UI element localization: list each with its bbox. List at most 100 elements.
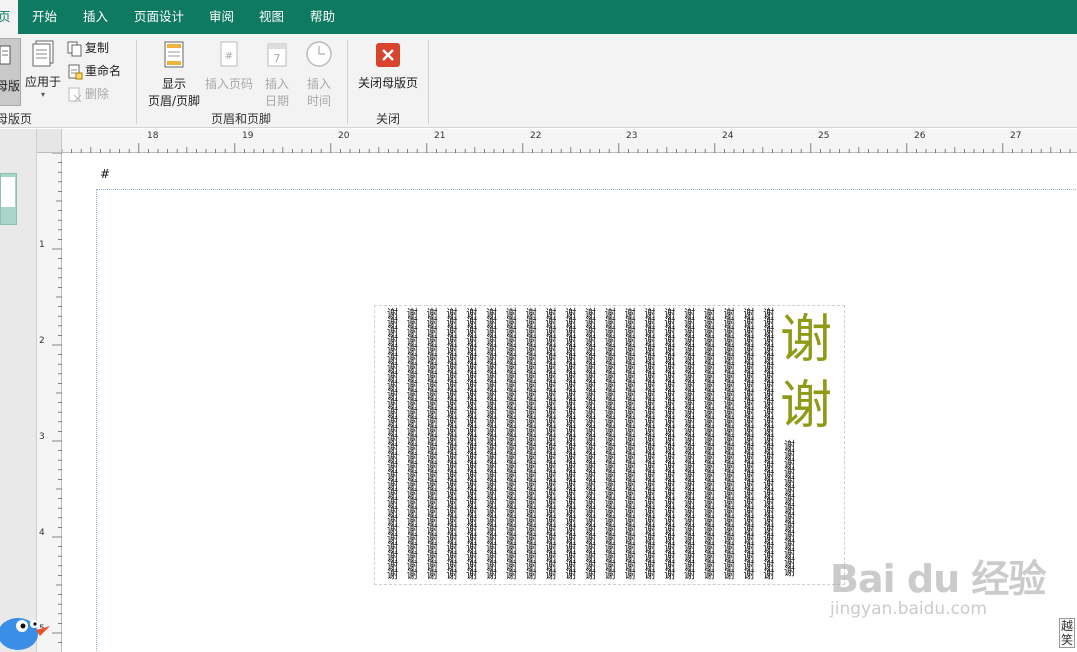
- character-column: 谢谢谢谢谢谢谢谢谢谢谢谢谢谢谢谢谢谢谢谢谢谢谢谢谢谢谢谢谢谢: [624, 307, 636, 581]
- apply-to-label: 应用于: [24, 75, 61, 89]
- group-label-header-footer: 页眉和页脚: [211, 112, 272, 126]
- header-footer-icon: [164, 41, 184, 68]
- insert-date-label-line2: 日期: [264, 94, 289, 108]
- clock-icon: [306, 41, 332, 67]
- tab-insert[interactable]: 插入: [77, 0, 114, 34]
- watermark: Bai du 经验 jingyan.baidu.com: [830, 548, 1046, 619]
- character-column: 谢谢谢谢谢谢谢谢谢谢谢谢谢谢谢谢谢谢谢谢谢谢谢谢谢谢谢谢谢谢: [426, 307, 438, 581]
- character-column: 谢谢谢谢谢谢谢谢谢谢谢谢谢谢谢谢谢谢谢谢谢谢谢谢谢谢谢谢谢谢: [565, 307, 577, 581]
- copy-button[interactable]: 复制: [67, 39, 109, 57]
- character-column: 谢谢谢谢谢谢谢谢谢谢谢谢谢谢谢谢谢谢谢谢谢谢谢谢谢谢谢谢谢谢: [387, 307, 398, 581]
- ribbon-tabbar: 页 开始 插入 页面设计 审阅 视图 帮助: [0, 0, 1077, 34]
- tab-help[interactable]: 帮助: [304, 0, 341, 34]
- group-divider: [347, 40, 348, 124]
- character-column: 谢谢谢谢谢谢谢谢谢谢谢谢谢谢谢谢谢谢谢谢谢谢谢谢谢谢谢谢谢谢: [545, 307, 557, 581]
- character-column: 谢谢谢谢谢谢谢谢谢谢谢谢谢谢谢谢谢谢谢谢谢谢谢谢谢谢谢谢谢谢: [703, 307, 715, 581]
- ruler-label: 23: [626, 131, 638, 141]
- corner-stamp: 越笑: [1059, 618, 1075, 648]
- chevron-down-icon: ▾: [40, 90, 45, 99]
- ruler-label: 4: [39, 528, 45, 538]
- character-column: 谢谢谢谢谢谢谢谢谢谢谢谢谢谢谢谢谢谢谢谢谢谢谢谢谢谢谢谢谢谢: [684, 307, 695, 581]
- master-button[interactable]: 母版: [0, 38, 21, 106]
- document-pages-icon: [32, 40, 54, 67]
- close-master-page-button[interactable]: 关闭母版页: [356, 42, 420, 91]
- character-column: 谢谢谢谢谢谢谢谢谢谢谢谢谢谢谢谢谢谢谢谢谢谢谢谢谢谢谢谢谢谢: [743, 307, 755, 581]
- close-master-page-label: 关闭母版页: [357, 76, 418, 90]
- bird-mascot-icon: [0, 618, 50, 650]
- copy-label: 复制: [85, 41, 110, 55]
- calendar-icon: 7: [267, 43, 287, 67]
- ruler-label: 1: [39, 240, 45, 250]
- character-column: 谢谢谢谢谢谢谢谢谢谢谢谢谢谢谢谢谢谢谢谢谢谢谢谢谢谢谢谢谢谢: [486, 307, 497, 581]
- group-divider: [428, 40, 429, 124]
- ruler-label: 21: [434, 131, 446, 141]
- ruler-corner: [37, 129, 62, 153]
- show-header-footer-button[interactable]: 显示 页眉/页脚: [144, 40, 204, 109]
- page-thumbnail[interactable]: [0, 173, 17, 225]
- close-icon: [376, 43, 400, 67]
- ruler-label: 26: [914, 131, 926, 141]
- character-column: 谢谢谢谢谢谢谢谢谢谢谢谢谢谢谢谢谢谢谢谢谢谢谢谢谢谢谢谢谢谢: [446, 307, 458, 581]
- master-page-icon: [0, 45, 11, 65]
- page-thumbnail-preview: [1, 177, 15, 207]
- repeated-character-grid: 谢谢谢谢谢谢谢谢谢谢谢谢谢谢谢谢谢谢谢谢谢谢谢谢谢谢谢谢谢谢 谢谢谢谢谢谢谢谢谢谢…: [387, 307, 787, 581]
- character-column: 谢谢谢谢谢谢谢谢谢谢谢谢谢谢谢谢谢谢谢谢谢谢谢谢谢谢谢谢谢谢: [525, 307, 537, 581]
- rename-icon: [68, 64, 83, 79]
- show-label-line1: 显示: [161, 77, 186, 91]
- insert-date-label-line1: 插入: [264, 77, 289, 91]
- tab-home[interactable]: 开始: [26, 0, 63, 34]
- ruler-label: 25: [818, 131, 830, 141]
- delete-page-icon: [68, 87, 82, 102]
- vertical-ruler-ticks: [52, 153, 62, 644]
- apply-to-button[interactable]: 应用于 ▾: [24, 40, 62, 99]
- character-column: 谢谢谢谢谢谢谢谢谢谢谢谢谢谢谢谢谢谢谢谢谢谢谢谢谢谢谢谢谢谢: [604, 307, 616, 581]
- ribbon: 母版 应用于 ▾ 复制 重命名 删除 母版页 显示 页眉/页脚 # 插入页码 7…: [0, 34, 1077, 128]
- character-column: 谢谢谢谢谢谢谢谢谢谢谢谢谢谢谢谢谢谢谢谢谢谢谢谢谢谢谢谢谢谢: [763, 307, 775, 581]
- ruler-label: 2: [39, 336, 45, 346]
- repeated-character-column: 谢谢谢谢谢谢谢谢谢谢谢谢谢谢谢: [784, 439, 795, 578]
- character-column: 谢谢谢谢谢谢谢谢谢谢谢谢谢谢谢谢谢谢谢谢谢谢谢谢谢谢谢谢谢谢: [723, 307, 735, 581]
- group-divider: [136, 40, 137, 124]
- character-column: 谢谢谢谢谢谢谢谢谢谢谢谢谢谢谢谢谢谢谢谢谢谢谢谢谢谢谢谢谢谢: [406, 307, 418, 581]
- delete-label: 删除: [85, 87, 110, 101]
- insert-date-button[interactable]: 7 插入 日期: [260, 40, 294, 109]
- horizontal-ruler[interactable]: 18 19 20 21 22 23 24 25 26 27: [62, 129, 1077, 153]
- ruler-label: 24: [722, 131, 734, 141]
- ruler-label: 3: [39, 432, 45, 442]
- svg-text:7: 7: [274, 52, 281, 65]
- delete-button[interactable]: 删除: [67, 85, 109, 103]
- tab-master-page[interactable]: 页: [0, 0, 18, 34]
- master-button-label: 母版: [0, 79, 21, 93]
- ruler-label: 22: [530, 131, 542, 141]
- group-label-master-page: 母版页: [0, 112, 33, 126]
- ruler-label: 18: [147, 131, 159, 141]
- insert-page-number-label: 插入页码: [204, 77, 253, 91]
- page-thumbnails-pane: [0, 129, 37, 652]
- character-column: 谢谢谢谢谢谢谢谢谢谢谢谢谢谢谢谢谢谢谢谢谢谢谢谢谢谢谢谢谢谢: [505, 307, 517, 581]
- show-label-line2: 页眉/页脚: [147, 94, 201, 108]
- svg-text:#: #: [225, 51, 233, 62]
- rename-button[interactable]: 重命名: [67, 62, 121, 80]
- character-column: 谢谢谢谢谢谢谢谢谢谢谢谢谢谢谢谢谢谢谢谢谢谢谢谢谢谢谢谢谢谢: [664, 307, 676, 581]
- tab-page-design[interactable]: 页面设计: [128, 0, 190, 34]
- insert-page-number-button[interactable]: # 插入页码: [202, 40, 256, 92]
- ruler-label: 20: [338, 131, 350, 141]
- character-column: 谢谢谢谢谢谢谢谢谢谢谢谢谢谢谢谢谢谢谢谢谢谢谢谢谢谢谢谢谢谢: [466, 307, 478, 581]
- character-column: 谢谢谢谢谢谢谢谢谢谢谢谢谢谢谢谢谢谢谢谢谢谢谢谢谢谢谢谢谢谢: [644, 307, 656, 581]
- insert-time-label-line1: 插入: [306, 77, 331, 91]
- group-label-close: 关闭: [376, 112, 401, 126]
- large-character: 谢: [780, 310, 833, 370]
- watermark-logo: Bai du 经验: [830, 557, 1046, 601]
- ruler-label: 27: [1010, 131, 1022, 141]
- vertical-ruler[interactable]: 1 2 3 4 5: [37, 153, 62, 652]
- insert-time-button[interactable]: 插入 时间: [302, 40, 336, 109]
- large-character: 谢: [780, 376, 833, 436]
- character-column: 谢谢谢谢谢谢谢谢谢谢谢谢谢谢谢谢谢谢谢谢谢谢谢谢谢谢谢谢谢谢: [585, 307, 596, 581]
- tab-review[interactable]: 审阅: [203, 0, 240, 34]
- insert-time-label-line2: 时间: [306, 94, 331, 108]
- tab-view[interactable]: 视图: [253, 0, 290, 34]
- copy-icon: [67, 41, 82, 56]
- page-number-icon: #: [220, 41, 238, 67]
- ruler-label: 19: [242, 131, 254, 141]
- page-number-field[interactable]: #: [100, 167, 110, 181]
